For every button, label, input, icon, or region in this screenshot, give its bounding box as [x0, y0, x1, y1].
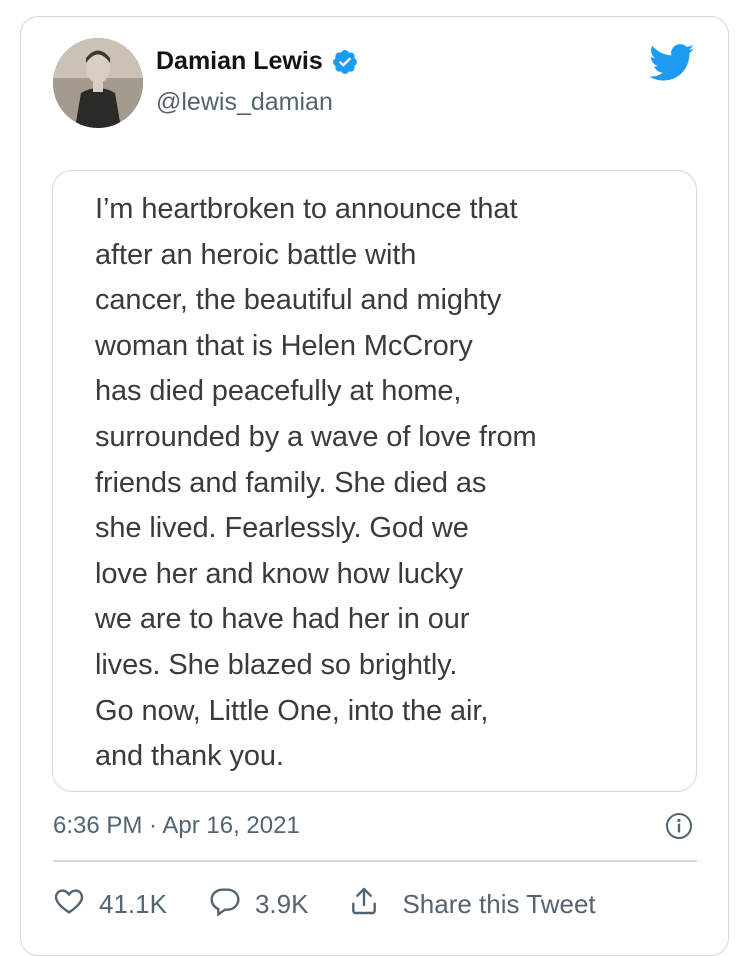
- share-tweet-button[interactable]: Share this Tweet: [348, 885, 596, 924]
- like-button[interactable]: 41.1K: [53, 885, 167, 924]
- avatar[interactable]: [53, 38, 143, 128]
- author-handle[interactable]: @lewis_damian: [156, 88, 333, 117]
- author-name[interactable]: Damian Lewis: [156, 47, 323, 76]
- info-icon[interactable]: [665, 812, 693, 840]
- quoted-statement-text: I’m heartbroken to announce that after a…: [95, 193, 537, 773]
- reply-count: 3.9K: [254, 888, 309, 919]
- divider: [53, 860, 697, 862]
- reply-button[interactable]: 3.9K: [209, 885, 309, 924]
- verified-badge-icon: [331, 48, 359, 76]
- tweet-timestamp[interactable]: 6:36 PM · Apr 16, 2021: [53, 812, 300, 840]
- reply-bubble-icon: [209, 885, 241, 924]
- share-label: Share this Tweet: [402, 888, 596, 919]
- share-upload-icon: [348, 885, 380, 924]
- like-count: 41.1K: [99, 888, 167, 919]
- twitter-bird-icon[interactable]: [649, 44, 695, 82]
- quoted-statement-box: I’m heartbroken to announce that after a…: [52, 170, 697, 792]
- author-name-row[interactable]: Damian Lewis: [156, 47, 359, 76]
- tweet-actions: 41.1K 3.9K Share this Tweet: [53, 884, 596, 924]
- heart-icon: [53, 885, 85, 924]
